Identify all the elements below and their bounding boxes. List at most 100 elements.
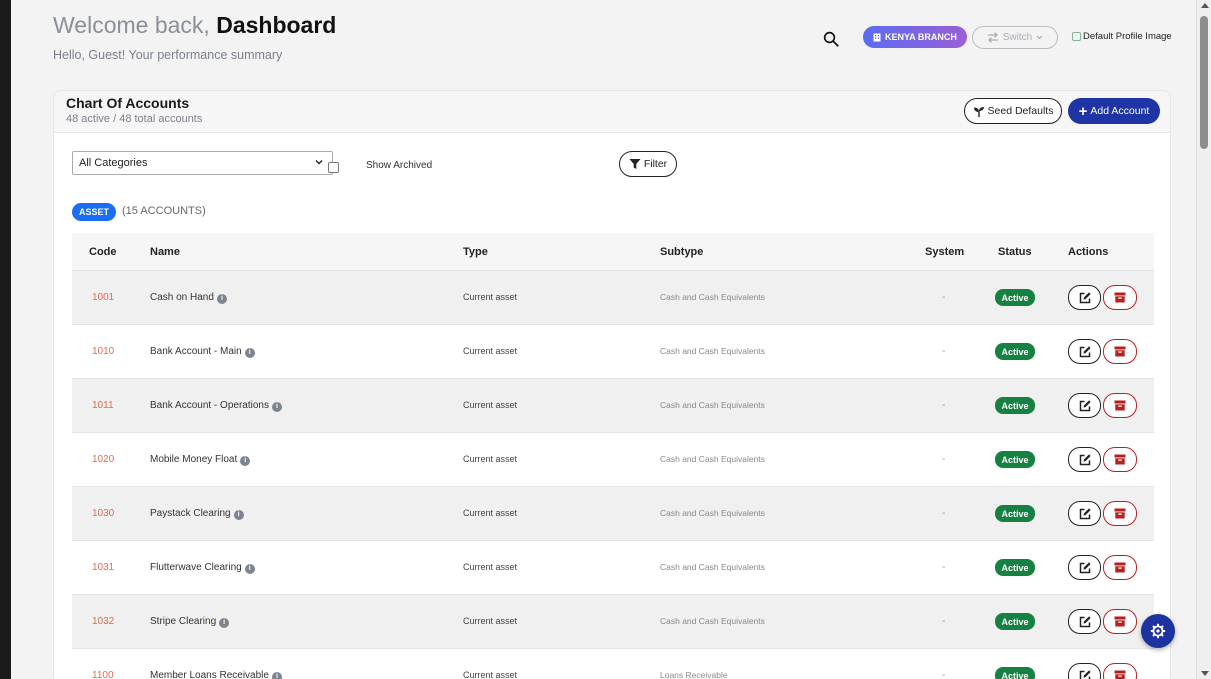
account-type: Current asset [463,292,518,302]
edit-button[interactable] [1068,393,1101,418]
edit-icon [1079,561,1091,573]
account-code[interactable]: 1011 [92,400,114,411]
edit-button[interactable] [1068,447,1101,472]
column-header-status: Status [998,246,1032,258]
status-badge: Active [995,667,1035,679]
archive-icon [1114,562,1126,573]
edit-icon [1079,507,1091,519]
account-code[interactable]: 1031 [92,562,114,573]
account-code[interactable]: 1100 [92,670,114,679]
account-type: Current asset [463,400,518,410]
archive-icon [1114,400,1126,411]
edit-button[interactable] [1068,609,1101,634]
show-archived-checkbox[interactable] [328,162,339,173]
column-header-name: Name [150,246,180,258]
info-icon[interactable]: i [233,510,244,520]
edit-button[interactable] [1068,663,1101,679]
edit-button[interactable] [1068,555,1101,580]
profile-alt-text: Default Profile Image [1083,31,1172,42]
account-system: - [942,400,946,411]
info-icon[interactable]: i [244,348,255,358]
archive-icon [1114,454,1126,465]
branch-badge[interactable]: KENYA BRANCH [863,26,967,48]
account-system: - [942,616,946,627]
info-icon[interactable]: i [271,402,282,412]
account-name: Member Loans Receivable [150,670,269,679]
search-icon [823,31,839,47]
edit-button[interactable] [1068,501,1101,526]
account-name: Bank Account - Operations [150,400,269,411]
account-name-cell: Cash on Hand i [150,292,227,304]
scroll-down-arrow-icon[interactable] [1201,671,1209,676]
category-select-value: All Categories [79,157,148,169]
account-type: Current asset [463,670,518,679]
account-name: Mobile Money Float [150,454,238,465]
status-badge: Active [995,343,1035,360]
account-type: Current asset [463,562,518,572]
account-code[interactable]: 1032 [92,616,114,627]
scroll-up-arrow-icon[interactable] [1201,3,1209,8]
branch-label: KENYA BRANCH [885,32,957,42]
column-header-subtype: Subtype [660,246,704,258]
info-icon[interactable]: i [271,672,282,679]
chart-of-accounts-card: Chart Of Accounts 48 active / 48 total a… [53,90,1171,679]
edit-icon [1079,399,1091,411]
archive-button[interactable] [1103,609,1137,634]
search-button[interactable] [822,30,842,50]
account-name-cell: Member Loans Receivable i [150,670,282,679]
account-subtype: Cash and Cash Equivalents [660,616,765,626]
status-badge: Active [995,451,1035,468]
archive-button[interactable] [1103,393,1137,418]
account-system: - [942,346,946,357]
account-subtype: Cash and Cash Equivalents [660,292,765,302]
archive-button[interactable] [1103,555,1137,580]
filter-button[interactable]: Filter [619,151,677,177]
add-account-button[interactable]: + Add Account [1068,98,1160,124]
account-system: - [942,508,946,519]
settings-fab-button[interactable] [1141,614,1175,648]
edit-icon [1079,345,1091,357]
info-icon[interactable]: i [244,564,255,574]
archive-button[interactable] [1103,447,1137,472]
column-header-system: System [925,246,965,258]
table-row: 1011 Bank Account - Operations i Current as… [72,379,1154,433]
switch-button[interactable]: Switch [972,26,1058,49]
archive-button[interactable] [1103,285,1137,310]
archive-icon [1114,616,1126,627]
table-row: 1032 Stripe Clearing i Current asset Cash an… [72,595,1154,649]
edit-button[interactable] [1068,285,1101,310]
account-code[interactable]: 1030 [92,508,114,519]
filter-icon [629,159,641,169]
info-icon[interactable]: i [219,618,230,628]
account-name-cell: Flutterwave Clearing i [150,562,255,574]
scrollbar[interactable] [1196,0,1211,679]
seed-defaults-button[interactable]: Seed Defaults [964,98,1062,124]
table-row: 1031 Flutterwave Clearing i Current asset Ca… [72,541,1154,595]
account-name: Cash on Hand [150,292,214,303]
account-system: - [942,292,946,303]
archive-button[interactable] [1103,501,1137,526]
column-header-code: Code [89,246,117,258]
show-archived-label: Show Archived [366,160,433,171]
asset-group-badge: ASSET [72,203,117,221]
account-code[interactable]: 1001 [92,292,114,303]
status-badge: Active [995,505,1035,522]
account-type: Current asset [463,616,518,626]
account-system: - [942,562,946,573]
category-select[interactable]: All Categories [72,151,333,175]
account-name-cell: Stripe Clearing i [150,616,230,628]
info-icon[interactable]: i [216,294,227,304]
building-icon [873,33,881,41]
edit-button[interactable] [1068,339,1101,364]
account-code[interactable]: 1020 [92,454,114,465]
archive-button[interactable] [1103,663,1137,679]
account-subtype: Cash and Cash Equivalents [660,562,765,572]
info-icon[interactable]: i [240,456,251,466]
chevron-down-icon [315,160,323,165]
switch-label: Switch [1002,32,1033,43]
scrollbar-thumb[interactable] [1200,16,1208,149]
archive-button[interactable] [1103,339,1137,364]
profile-image[interactable]: Default Profile Image [1072,31,1172,42]
account-code[interactable]: 1010 [92,346,114,357]
account-name-cell: Mobile Money Float i [150,454,251,466]
